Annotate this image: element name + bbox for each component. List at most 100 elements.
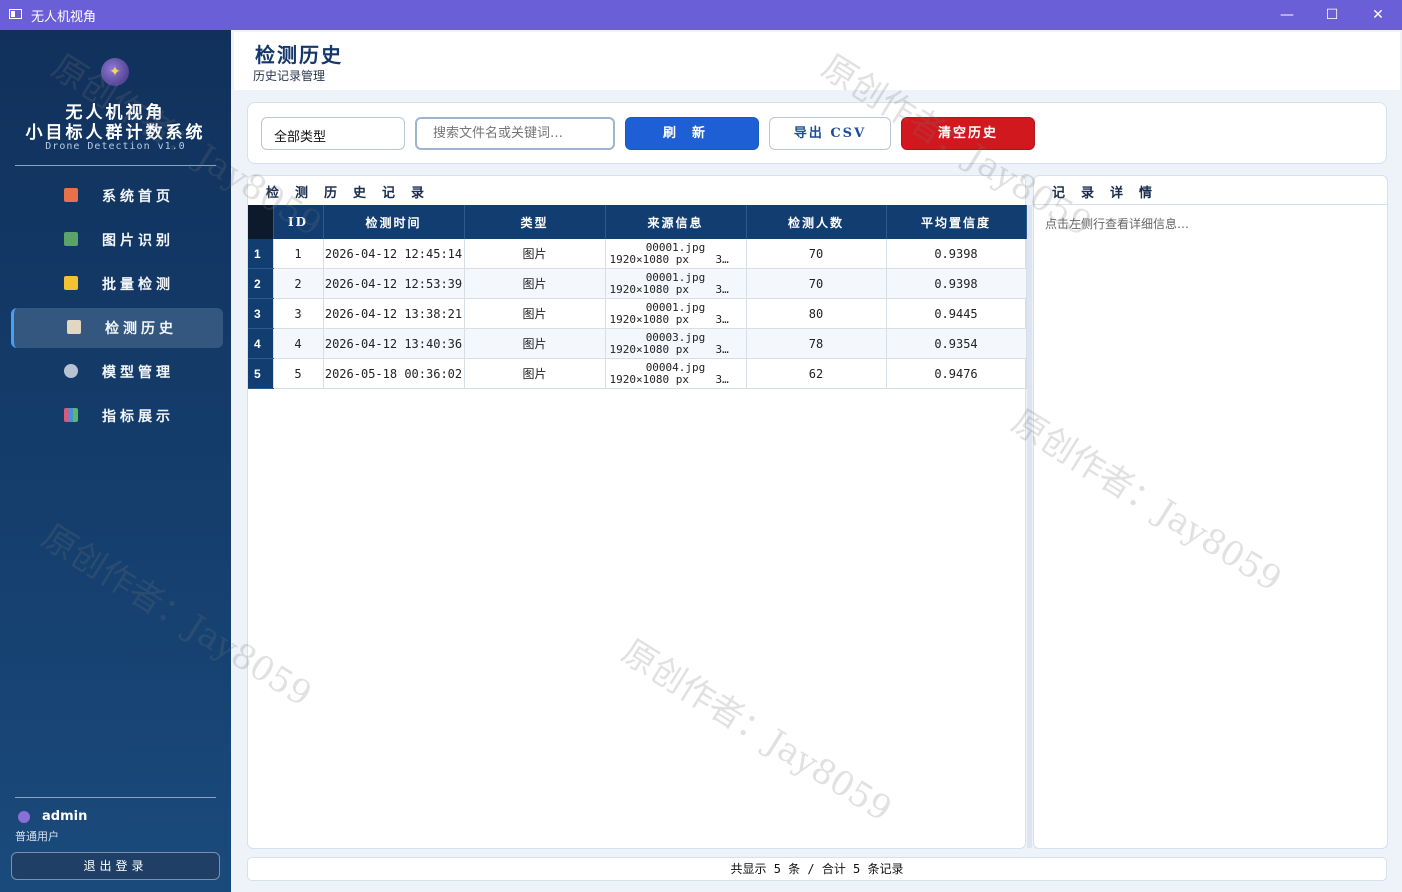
cell-id: 5: [273, 358, 324, 389]
row-number[interactable]: 5: [248, 358, 274, 389]
cell-source: 00003.jpg 1920×1080 px 3…: [605, 328, 747, 359]
sidebar-item-label: 模型管理: [102, 365, 174, 381]
column-header-id[interactable]: ID: [273, 205, 324, 239]
sidebar-item-batch-detection[interactable]: 批量检测: [11, 264, 220, 304]
clear-history-button[interactable]: 清空历史: [901, 117, 1035, 150]
column-header-time[interactable]: 检测时间: [323, 205, 465, 239]
history-table: ID 检测时间 类型 来源信息 检测人数 平均置信度 1 1 2026-04-1…: [248, 205, 1027, 389]
panel-splitter[interactable]: [1027, 205, 1032, 848]
sidebar-item-image-recognition[interactable]: 图片识别: [11, 220, 220, 260]
cell-type: 图片: [464, 268, 606, 299]
select-all-corner[interactable]: [248, 205, 274, 239]
table-row[interactable]: 1 1 2026-04-12 12:45:14 图片 00001.jpg 1920…: [248, 239, 1027, 269]
bar-chart-icon: [64, 408, 78, 422]
cell-id: 4: [273, 328, 324, 359]
page-header: 检测历史 历史记录管理: [234, 32, 1400, 90]
column-header-source[interactable]: 来源信息: [605, 205, 747, 239]
cell-id: 2: [273, 268, 324, 299]
gear-icon: [64, 364, 78, 378]
row-number[interactable]: 4: [248, 328, 274, 359]
sidebar-item-label: 检测历史: [105, 321, 177, 337]
status-bar: 共显示 5 条 / 合计 5 条记录: [247, 857, 1387, 881]
minimize-button[interactable]: —: [1264, 0, 1310, 30]
cell-time: 2026-05-18 00:36:02: [323, 358, 465, 389]
folder-icon: [64, 276, 78, 290]
cell-type: 图片: [464, 358, 606, 389]
table-row[interactable]: 4 4 2026-04-12 13:40:36 图片 00003.jpg 1920…: [248, 328, 1027, 359]
window-titlebar: 无人机视角 — ☐ ✕: [0, 0, 1402, 30]
cell-time: 2026-04-12 12:53:39: [323, 268, 465, 299]
cell-confidence: 0.9476: [886, 358, 1027, 389]
crystal-ball-icon: ✦: [101, 58, 129, 86]
row-number[interactable]: 2: [248, 268, 274, 299]
sidebar: ✦ 无人机视角 小目标人群计数系统 Drone Detection v1.0 系…: [0, 30, 231, 892]
type-filter-select[interactable]: 全部类型: [261, 117, 405, 150]
sidebar-item-label: 系统首页: [102, 189, 174, 205]
source-resolution: 1920×1080 px 3…: [609, 282, 729, 296]
source-filename: 00001.jpg: [645, 240, 706, 254]
cell-time: 2026-04-12 13:40:36: [323, 328, 465, 359]
source-filename: 00003.jpg: [645, 330, 706, 344]
home-icon: [64, 188, 78, 202]
app-window-icon: [9, 9, 22, 19]
cell-source: 00004.jpg 1920×1080 px 3…: [605, 358, 747, 389]
cell-count: 70: [746, 268, 887, 299]
clipboard-icon: [67, 320, 81, 334]
app-subtitle: Drone Detection v1.0: [45, 141, 186, 152]
row-number[interactable]: 3: [248, 298, 274, 329]
cell-source: 00001.jpg 1920×1080 px 3…: [605, 268, 747, 299]
cell-count: 78: [746, 328, 887, 359]
cell-confidence: 0.9398: [886, 239, 1027, 269]
column-header-type[interactable]: 类型: [464, 205, 606, 239]
sidebar-item-label: 图片识别: [102, 233, 174, 249]
cell-source: 00001.jpg 1920×1080 px 3…: [605, 298, 747, 329]
cell-time: 2026-04-12 12:45:14: [323, 239, 465, 269]
search-input[interactable]: [415, 117, 615, 150]
sidebar-item-label: 指标展示: [102, 409, 174, 425]
refresh-button[interactable]: 刷新: [625, 117, 759, 150]
close-button[interactable]: ✕: [1355, 0, 1401, 30]
source-filename: 00001.jpg: [645, 300, 706, 314]
cell-count: 80: [746, 298, 887, 329]
cell-id: 1: [273, 239, 324, 269]
cell-confidence: 0.9398: [886, 268, 1027, 299]
cell-count: 70: [746, 239, 887, 269]
column-header-confidence[interactable]: 平均置信度: [886, 205, 1027, 239]
history-toolbar: 全部类型 刷新 导出 CSV 清空历史: [247, 102, 1387, 164]
cell-confidence: 0.9445: [886, 298, 1027, 329]
cell-source: 00001.jpg 1920×1080 px 3…: [605, 239, 747, 269]
cell-type: 图片: [464, 239, 606, 269]
sidebar-item-home[interactable]: 系统首页: [11, 176, 220, 216]
cell-type: 图片: [464, 298, 606, 329]
sidebar-divider-top: [15, 165, 216, 166]
cell-confidence: 0.9354: [886, 328, 1027, 359]
table-row[interactable]: 5 5 2026-05-18 00:36:02 图片 00004.jpg 1920…: [248, 358, 1027, 389]
sidebar-item-model-management[interactable]: 模型管理: [11, 352, 220, 392]
sidebar-divider-bottom: [15, 797, 216, 798]
cell-id: 3: [273, 298, 324, 329]
column-header-count[interactable]: 检测人数: [746, 205, 887, 239]
logout-button[interactable]: 退出登录: [11, 852, 220, 880]
row-number[interactable]: 1: [248, 239, 274, 269]
table-row[interactable]: 2 2 2026-04-12 12:53:39 图片 00001.jpg 1920…: [248, 268, 1027, 299]
user-role: 普通用户: [15, 830, 59, 843]
maximize-button[interactable]: ☐: [1309, 0, 1355, 30]
sidebar-item-label: 批量检测: [102, 277, 174, 293]
window-title: 无人机视角: [31, 10, 97, 25]
detail-content-area: [1034, 204, 1387, 841]
user-icon: [18, 811, 30, 823]
sidebar-item-metrics[interactable]: 指标展示: [11, 396, 220, 436]
cell-time: 2026-04-12 13:38:21: [323, 298, 465, 329]
table-header-row: ID 检测时间 类型 来源信息 检测人数 平均置信度: [248, 205, 1027, 239]
cell-type: 图片: [464, 328, 606, 359]
page-subtitle: 历史记录管理: [253, 69, 326, 83]
image-icon: [64, 232, 78, 246]
detail-panel: 记录详情: [1033, 175, 1388, 849]
sidebar-item-history[interactable]: 检测历史: [11, 308, 223, 348]
export-csv-button[interactable]: 导出 CSV: [769, 117, 891, 150]
detail-placeholder: 点击左侧行查看详细信息…: [1045, 217, 1190, 231]
table-row[interactable]: 3 3 2026-04-12 13:38:21 图片 00001.jpg 1920…: [248, 298, 1027, 329]
source-filename: 00001.jpg: [645, 270, 706, 284]
history-panel-title: 检测历史记录: [266, 186, 441, 201]
cell-count: 62: [746, 358, 887, 389]
